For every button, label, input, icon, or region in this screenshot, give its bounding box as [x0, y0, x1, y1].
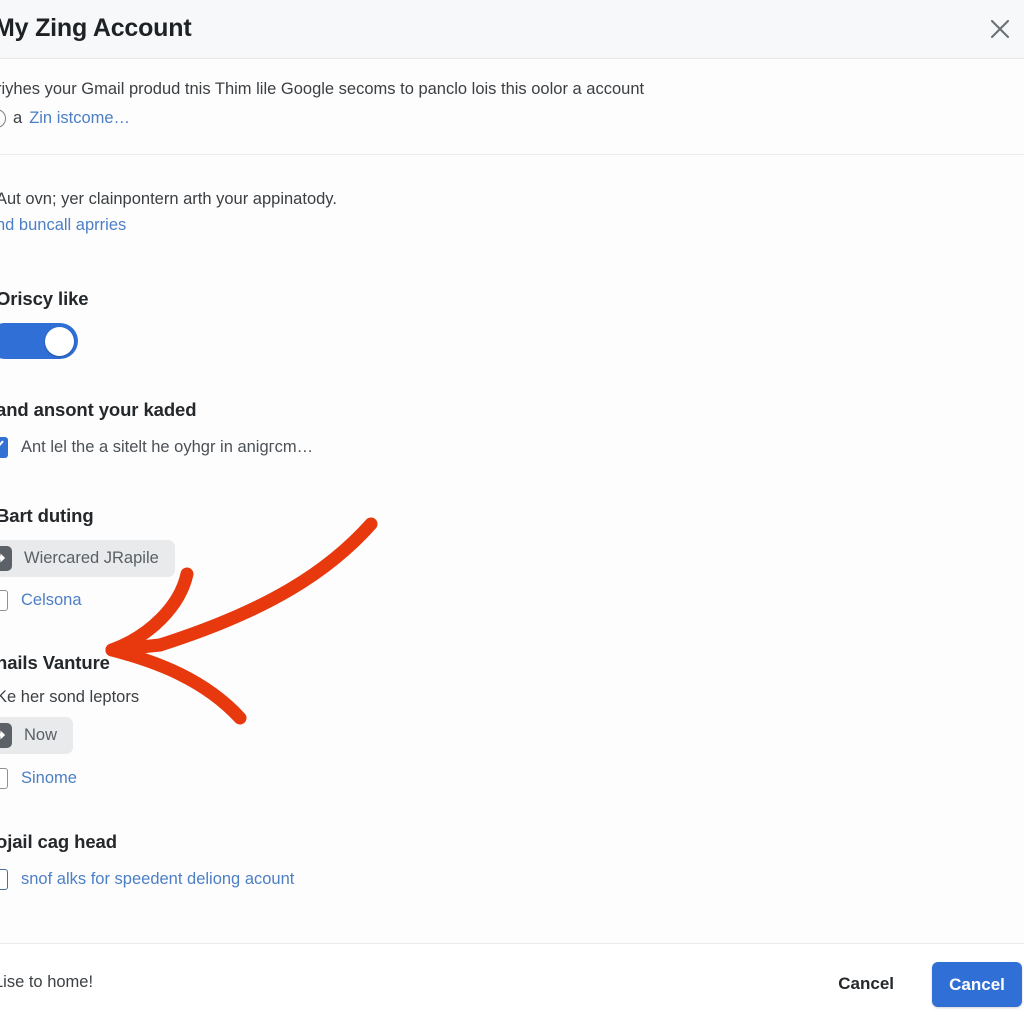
- mails-title: hails Vanture: [0, 652, 110, 673]
- dialog-footer: Lise to home! Cancel Cancel: [0, 943, 1024, 1024]
- dialog-body: riyhes your Gmail produd tnis Thim lile …: [0, 59, 1024, 943]
- start-checkbox-row[interactable]: Celsona: [0, 590, 996, 611]
- social-checkbox-label: snof alks for speedent deliong acount: [21, 870, 295, 888]
- mails-checkbox[interactable]: [0, 768, 8, 789]
- privacy-toggle[interactable]: [0, 323, 78, 359]
- social-title: ojail cag head: [0, 831, 117, 852]
- toggle-knob: [45, 326, 74, 356]
- intro-description: riyhes your Gmail produd tnis Thim lile …: [0, 80, 645, 98]
- intro-prefix: a: [13, 108, 23, 127]
- mails-chip-label: Now: [24, 726, 58, 744]
- start-title: Bart duting: [0, 505, 94, 526]
- start-chip-label: Wiercared JRapile: [24, 549, 159, 567]
- consent-checkbox-row[interactable]: Ant lel the a sitelt he oуhgr in aniɡгcm…: [0, 437, 996, 458]
- social-checkbox[interactable]: [0, 869, 8, 890]
- section-start: Bart duting Wiercared JRapile Celsona: [0, 505, 996, 611]
- share-arrow-icon: [0, 546, 12, 571]
- intro-subline: a Zin istcome…: [0, 108, 1006, 128]
- consent-checkbox[interactable]: [0, 437, 8, 458]
- dialog-header: My Zing Account: [0, 0, 1024, 59]
- section-auto: Aut ovn; yer clainpontern arth your appi…: [0, 190, 996, 235]
- primary-cancel-button[interactable]: Cancel: [932, 962, 1022, 1007]
- consent-title: and ansont your kaded: [0, 399, 197, 420]
- section-privacy: Oriscy like: [0, 288, 996, 359]
- close-button[interactable]: [982, 11, 1018, 47]
- consent-checkbox-label: Ant lel the a sitelt he oуhgr in aniɡгcm…: [21, 438, 314, 456]
- intro-learn-more-link[interactable]: Zin istcome…: [29, 109, 130, 128]
- account-settings-dialog: My Zing Account riyhes your Gmail produd…: [0, 0, 1024, 1024]
- divider-intro: [0, 154, 1024, 155]
- mails-chip[interactable]: Now: [0, 717, 74, 754]
- mails-checkbox-label: Sinome: [21, 769, 77, 787]
- info-icon: [0, 108, 6, 128]
- mails-description: Ke her sond leptors: [0, 688, 140, 706]
- intro-block: riyhes your Gmail produd tnis Thim lile …: [0, 77, 1006, 128]
- auto-description: Aut ovn; yer clainpontern arth your appi…: [0, 190, 337, 208]
- privacy-title: Oriscy like: [0, 288, 89, 309]
- check-icon: [0, 438, 5, 457]
- auto-link[interactable]: nd buncall aprries: [0, 216, 996, 235]
- start-checkbox-label: Celsona: [21, 591, 82, 609]
- section-social: ojail cag head snof alks for speedent de…: [0, 831, 996, 890]
- close-icon: [989, 18, 1011, 40]
- section-mails: hails Vanture Ke her sond leptors Now Si…: [0, 652, 996, 789]
- footer-note: Lise to home!: [0, 973, 94, 991]
- mails-checkbox-row[interactable]: Sinome: [0, 768, 996, 789]
- share-arrow-icon: [0, 723, 12, 748]
- page-title: My Zing Account: [0, 14, 192, 42]
- start-checkbox[interactable]: [0, 590, 8, 611]
- start-chip[interactable]: Wiercared JRapile: [0, 540, 175, 577]
- section-consent: and ansont your kaded Ant lel the a site…: [0, 399, 996, 458]
- social-checkbox-row[interactable]: snof alks for speedent deliong acount: [0, 869, 996, 890]
- cancel-button[interactable]: Cancel: [828, 966, 904, 1002]
